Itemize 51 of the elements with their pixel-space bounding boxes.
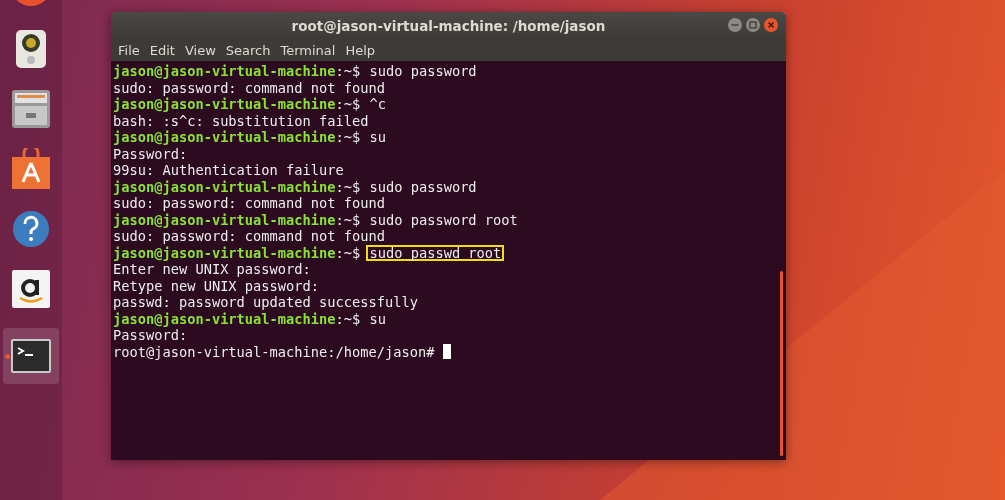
prompt-path: :~$: [335, 63, 361, 80]
help-icon[interactable]: [12, 210, 50, 248]
minimize-button[interactable]: [728, 18, 742, 32]
maximize-button[interactable]: [746, 18, 760, 32]
menu-item[interactable]: View: [179, 42, 221, 58]
prompt-user: jason@jason-virtual-machine: [113, 96, 336, 113]
menu-item[interactable]: Edit: [144, 42, 180, 58]
command-text: ^c: [368, 96, 387, 113]
command-text: sudo password: [368, 63, 478, 80]
prompt-user: jason@jason-virtual-machine: [113, 129, 336, 146]
prompt-user: jason@jason-virtual-machine: [113, 178, 336, 195]
shopping-bag-icon[interactable]: [11, 148, 51, 190]
file-cabinet-icon[interactable]: [11, 89, 51, 129]
prompt-user: jason@jason-virtual-machine: [113, 244, 336, 261]
scrollbar-thumb[interactable]: [780, 271, 783, 456]
prompt-user: jason@jason-virtual-machine: [113, 211, 336, 228]
prompt-path: :~$: [335, 129, 361, 146]
prompt-path: :~$: [335, 178, 361, 195]
menu-item[interactable]: Help: [340, 42, 381, 58]
output-text: Password:: [113, 145, 188, 162]
output-text: Password:: [113, 327, 188, 344]
command-text: sudo password root: [368, 211, 519, 228]
speaker-icon[interactable]: [14, 29, 48, 69]
output-text: sudo: password: command not found: [113, 79, 385, 96]
output-text: sudo: password: command not found: [113, 228, 385, 245]
prompt-path: :~$: [335, 310, 361, 327]
menu-item[interactable]: Search: [220, 42, 276, 58]
running-indicator: [5, 354, 10, 359]
prompt-path: :~$: [335, 244, 361, 261]
output-text: passwd: password updated successfully: [113, 294, 418, 311]
highlighted-command: sudo passwd root: [366, 244, 505, 261]
output-text: Retype new UNIX password:: [113, 277, 319, 294]
output-text: bash: :s^c: substitution failed: [113, 112, 369, 129]
root-prompt: root@jason-virtual-machine:/home/jason#: [113, 343, 435, 360]
menu-item[interactable]: Terminal: [275, 42, 341, 58]
command-text: su: [368, 129, 387, 146]
prompt-user: jason@jason-virtual-machine: [113, 310, 336, 327]
command-text: sudo password: [368, 178, 478, 195]
prompt-path: :~$: [335, 211, 361, 228]
prompt-path: :~$: [335, 96, 361, 113]
window-title: root@jason-virtual-machine: /home/jason: [291, 17, 606, 34]
terminal-icon[interactable]: [10, 338, 52, 374]
output-text: 99su: Authentication failure: [113, 162, 344, 179]
menu-item[interactable]: File: [113, 42, 145, 58]
active-dock-slot[interactable]: [3, 328, 59, 384]
close-button[interactable]: [764, 18, 778, 32]
output-text: sudo: password: command not found: [113, 195, 385, 212]
command-text: su: [368, 310, 387, 327]
output-text: Enter new UNIX password:: [113, 261, 311, 278]
shopping-icon[interactable]: [11, 269, 51, 309]
prompt-user: jason@jason-virtual-machine: [113, 63, 336, 80]
